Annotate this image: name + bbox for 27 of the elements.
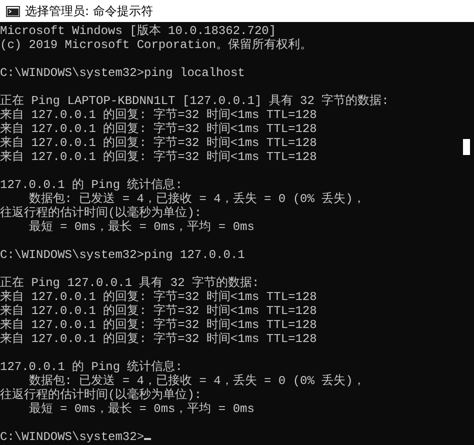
console-line: C:\WINDOWS\system32>ping 127.0.0.1 <box>0 248 245 262</box>
console-line: 来自 127.0.0.1 的回复: 字节=32 时间<1ms TTL=128 <box>0 150 317 164</box>
scrollbar-thumb[interactable] <box>463 139 470 155</box>
console-line: 来自 127.0.0.1 的回复: 字节=32 时间<1ms TTL=128 <box>0 136 317 150</box>
console-line: 来自 127.0.0.1 的回复: 字节=32 时间<1ms TTL=128 <box>0 332 317 346</box>
command-prompt: C:\WINDOWS\system32> <box>0 430 144 444</box>
console-icon <box>6 6 20 16</box>
console-line: 往返行程的估计时间(以毫秒为单位): <box>0 388 202 402</box>
console-line: 来自 127.0.0.1 的回复: 字节=32 时间<1ms TTL=128 <box>0 122 317 136</box>
console-line: Microsoft Windows [版本 10.0.18362.720] <box>0 24 276 38</box>
console-line: 127.0.0.1 的 Ping 统计信息: <box>0 360 182 374</box>
console-line: 来自 127.0.0.1 的回复: 字节=32 时间<1ms TTL=128 <box>0 290 317 304</box>
console-line: 往返行程的估计时间(以毫秒为单位): <box>0 206 202 220</box>
console-line: 来自 127.0.0.1 的回复: 字节=32 时间<1ms TTL=128 <box>0 108 317 122</box>
text-cursor <box>144 438 152 440</box>
console-line: C:\WINDOWS\system32>ping localhost <box>0 66 245 80</box>
console-line: (c) 2019 Microsoft Corporation。保留所有权利。 <box>0 38 312 52</box>
console-line: 最短 = 0ms，最长 = 0ms，平均 = 0ms <box>28 220 254 234</box>
console-line: 来自 127.0.0.1 的回复: 字节=32 时间<1ms TTL=128 <box>0 318 317 332</box>
console-line: 数据包: 已发送 = 4，已接收 = 4，丢失 = 0 (0% 丢失)， <box>28 192 365 206</box>
window-title: 选择管理员: 命令提示符 <box>25 2 153 20</box>
console-line: 正在 Ping 127.0.0.1 具有 32 字节的数据: <box>0 276 260 290</box>
console-line: 127.0.0.1 的 Ping 统计信息: <box>0 178 182 192</box>
console-line: 来自 127.0.0.1 的回复: 字节=32 时间<1ms TTL=128 <box>0 304 317 318</box>
console-line: 最短 = 0ms，最长 = 0ms，平均 = 0ms <box>28 402 254 416</box>
console-line: 正在 Ping LAPTOP-KBDNN1LT [127.0.0.1] 具有 32 字节的数据: <box>0 94 389 108</box>
console-line: 数据包: 已发送 = 4，已接收 = 4，丢失 = 0 (0% 丢失)， <box>28 374 365 388</box>
